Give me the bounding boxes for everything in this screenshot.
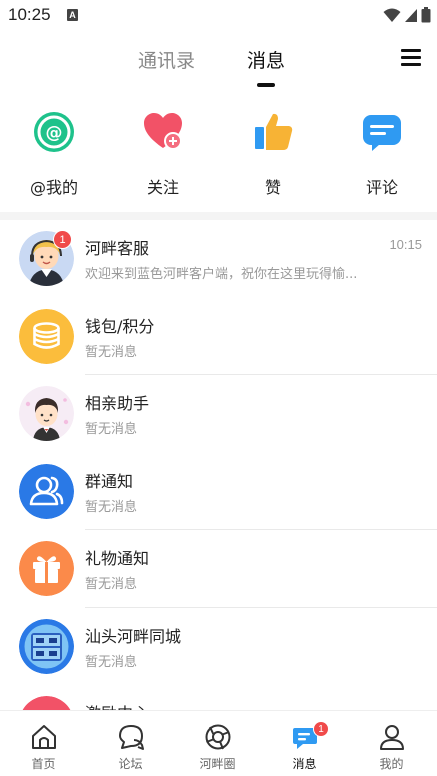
quick-action-label: @我的 bbox=[29, 178, 78, 197]
message-title: 礼物通知 bbox=[85, 549, 150, 568]
coins-icon bbox=[19, 308, 74, 364]
status-icons bbox=[383, 6, 431, 24]
message-preview: 欢迎来到蓝色河畔客户端，祝你在这里玩得愉... bbox=[85, 267, 358, 282]
quick-action-label: 关注 bbox=[146, 178, 179, 197]
messages-screen: 10:25 A 通讯录 消息 @ @我的 关注 赞 评论 1 河畔客服 10:1… bbox=[0, 0, 437, 776]
profile-icon bbox=[380, 725, 404, 750]
hamburger-menu-icon[interactable] bbox=[401, 49, 423, 67]
nav-label: 首页 bbox=[31, 757, 56, 771]
list-item-wallet[interactable]: 钱包/积分 暂无消息 bbox=[0, 298, 437, 375]
heart-plus-icon bbox=[141, 110, 185, 154]
quick-action-label: 评论 bbox=[365, 178, 398, 197]
matchmaker-avatar bbox=[19, 386, 74, 441]
message-title: 汕头河畔同城 bbox=[85, 626, 182, 646]
quick-actions: @ @我的 关注 赞 评论 bbox=[0, 110, 437, 200]
message-preview: 暂无消息 bbox=[85, 344, 138, 360]
same-city-helper-avatar bbox=[19, 618, 74, 674]
list-item-customer-service[interactable]: 1 河畔客服 10:15 欢迎来到蓝色河畔客户端，祝你在这里玩得愉... bbox=[0, 220, 437, 298]
nav-home[interactable]: 首页 bbox=[0, 711, 87, 776]
nav-label: 论坛 bbox=[118, 757, 143, 771]
message-preview: 暂无消息 bbox=[85, 422, 138, 437]
section-divider bbox=[0, 212, 437, 220]
gift-icon bbox=[19, 541, 74, 596]
group-icon bbox=[19, 463, 74, 519]
quick-action-label: 赞 bbox=[264, 178, 281, 197]
message-preview: 暂无消息 bbox=[85, 577, 138, 592]
message-title: 河畔客服 bbox=[85, 239, 150, 258]
comment-icon bbox=[360, 110, 404, 154]
list-item-gift-notice[interactable]: 礼物通知 暂无消息 bbox=[0, 530, 437, 608]
tab-messages[interactable]: 消息 bbox=[247, 46, 285, 73]
message-time: 10:15 bbox=[389, 237, 422, 252]
nav-unread-badge: 1 bbox=[313, 721, 329, 737]
list-item-matchmaker[interactable]: 相亲助手 暂无消息 bbox=[0, 375, 437, 453]
message-title: 钱包/积分 bbox=[85, 316, 155, 336]
list-item-same-city[interactable]: 汕头河畔同城 暂无消息 bbox=[0, 608, 437, 686]
quick-action-follow[interactable]: 关注 bbox=[118, 110, 208, 198]
camera-aperture-icon bbox=[205, 724, 231, 750]
notification-a-icon: A bbox=[67, 9, 78, 21]
message-preview: 暂无消息 bbox=[85, 654, 138, 670]
unread-badge: 1 bbox=[53, 230, 72, 249]
forum-icon bbox=[119, 725, 144, 750]
quick-action-comment[interactable]: 评论 bbox=[337, 110, 427, 198]
svg-text:@: @ bbox=[46, 123, 63, 143]
nav-label: 消息 bbox=[292, 757, 317, 771]
nav-label: 我的 bbox=[379, 757, 404, 771]
nav-profile[interactable]: 我的 bbox=[348, 711, 435, 776]
bottom-navigation: 首页 论坛 河畔圈 1 消息 我的 bbox=[0, 710, 437, 776]
nav-forum[interactable]: 论坛 bbox=[87, 711, 174, 776]
wifi-icon bbox=[383, 8, 401, 22]
signal-icon bbox=[405, 8, 417, 22]
message-preview: 暂无消息 bbox=[85, 499, 138, 515]
tab-contacts[interactable]: 通讯录 bbox=[138, 46, 195, 73]
message-list: 1 河畔客服 10:15 欢迎来到蓝色河畔客户端，祝你在这里玩得愉... 钱包/… bbox=[0, 220, 437, 763]
status-bar: 10:25 A bbox=[0, 0, 437, 30]
message-title: 相亲助手 bbox=[85, 394, 150, 413]
nav-label: 河畔圈 bbox=[199, 757, 236, 771]
header: 通讯录 消息 bbox=[0, 30, 437, 90]
home-icon bbox=[32, 725, 56, 749]
at-icon: @ bbox=[32, 110, 76, 154]
quick-action-at-me[interactable]: @ @我的 bbox=[9, 110, 99, 198]
thumbs-up-icon bbox=[251, 110, 295, 154]
message-title: 群通知 bbox=[85, 471, 134, 491]
active-tab-indicator bbox=[257, 83, 275, 87]
quick-action-like[interactable]: 赞 bbox=[228, 110, 318, 198]
nav-messages[interactable]: 1 消息 bbox=[261, 711, 348, 776]
status-time: 10:25 bbox=[8, 5, 51, 24]
list-item-group-notice[interactable]: 群通知 暂无消息 bbox=[0, 453, 437, 530]
battery-icon bbox=[421, 7, 431, 23]
nav-circle[interactable]: 河畔圈 bbox=[174, 711, 261, 776]
